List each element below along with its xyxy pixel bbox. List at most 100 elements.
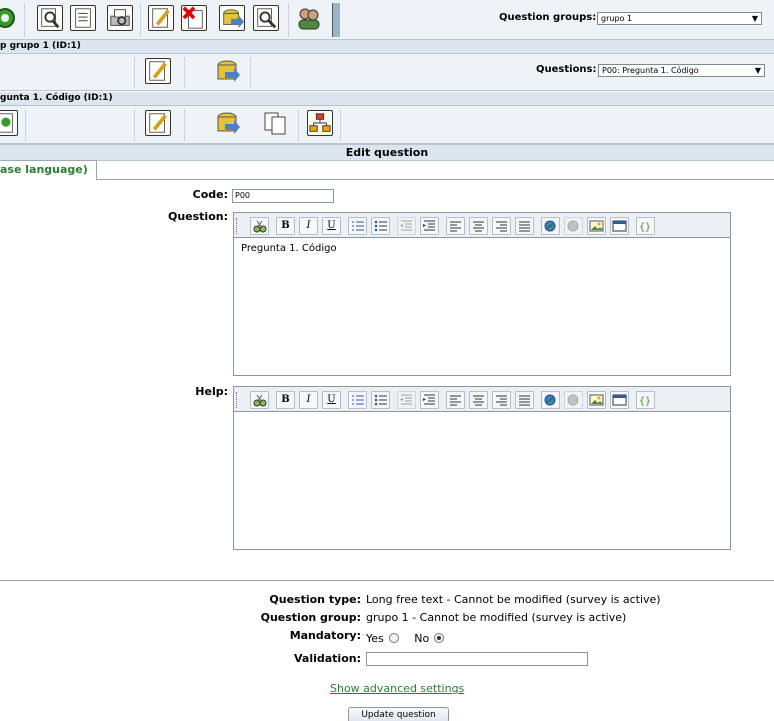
question-label: Question: [167, 210, 228, 223]
bold-button[interactable]: B [276, 217, 295, 235]
link-icon[interactable] [541, 217, 560, 235]
question-title-text: gunta 1. Código (ID:1) [0, 93, 113, 103]
question-title: gunta 1. Código (ID:1) [0, 92, 774, 106]
source-icon[interactable]: {} [636, 391, 655, 409]
mandatory-yes-radio[interactable] [388, 633, 399, 643]
dropdown-arrow-icon: ▼ [751, 14, 758, 23]
help-label: Help: [195, 385, 228, 398]
mandatory-label: Mandatory: [289, 629, 361, 642]
align-center-icon[interactable] [469, 391, 488, 409]
help-editor[interactable]: B I U {} [233, 386, 731, 550]
question-editor-toolbar: B I U {} [234, 213, 730, 238]
align-justify-icon[interactable] [515, 391, 534, 409]
align-center-icon[interactable] [469, 217, 488, 235]
question-group-value: grupo 1 - Cannot be modified (survey is … [366, 611, 627, 624]
copy-question-icon[interactable] [262, 110, 288, 136]
tab-divider [97, 179, 774, 180]
print-icon[interactable] [107, 5, 133, 31]
data-entry-icon[interactable] [70, 5, 96, 31]
align-right-icon[interactable] [492, 217, 511, 235]
italic-button[interactable]: I [299, 391, 318, 409]
edit-group-icon[interactable] [145, 58, 171, 84]
svg-text:{}: {} [639, 396, 651, 407]
tab-base-language[interactable]: ase language) [0, 160, 97, 180]
conditions-icon[interactable] [307, 110, 333, 136]
mandatory-yes-label: Yes [366, 632, 384, 645]
dropdown-arrow-icon: ▼ [754, 66, 761, 75]
help-editor-content[interactable] [234, 412, 730, 422]
group-title-text: p grupo 1 (ID:1) [0, 41, 81, 51]
question-groups-select[interactable]: grupo 1 ▼ [597, 12, 762, 25]
unordered-list-icon[interactable] [371, 391, 390, 409]
svg-text:{}: {} [639, 222, 651, 233]
align-left-icon[interactable] [446, 391, 465, 409]
cut-icon[interactable] [250, 217, 269, 235]
outdent-icon[interactable] [397, 391, 416, 409]
indent-icon[interactable] [420, 391, 439, 409]
delete-survey-icon[interactable] [181, 5, 207, 31]
export-icon[interactable] [219, 5, 245, 31]
edit-question-icon[interactable] [145, 110, 171, 136]
fullscreen-icon[interactable] [610, 391, 629, 409]
outdent-icon[interactable] [397, 217, 416, 235]
fullscreen-icon[interactable] [610, 217, 629, 235]
link-icon[interactable] [541, 391, 560, 409]
cut-icon[interactable] [250, 391, 269, 409]
validation-input[interactable] [366, 652, 588, 666]
export-question-icon[interactable] [215, 110, 241, 136]
mandatory-no-radio[interactable] [434, 633, 445, 643]
code-input[interactable]: P00 [232, 189, 334, 203]
ordered-list-icon[interactable] [348, 217, 367, 235]
survey-preview-icon[interactable] [37, 5, 63, 31]
edit-question-title: Edit question [345, 146, 429, 159]
toolbar-grip [236, 392, 239, 408]
participants-icon[interactable] [296, 5, 322, 31]
unordered-list-icon[interactable] [371, 217, 390, 235]
bold-button[interactable]: B [276, 391, 295, 409]
question-groups-selected: grupo 1 [601, 14, 633, 23]
export-group-icon[interactable] [215, 58, 241, 84]
underline-button[interactable]: U [322, 391, 341, 409]
edit-question-header: Edit question [0, 144, 774, 161]
align-right-icon[interactable] [492, 391, 511, 409]
ordered-list-icon[interactable] [348, 391, 367, 409]
image-icon[interactable] [587, 391, 606, 409]
edit-survey-icon[interactable] [148, 5, 174, 31]
align-left-icon[interactable] [446, 217, 465, 235]
underline-button[interactable]: U [322, 217, 341, 235]
unlink-icon[interactable] [564, 391, 583, 409]
mandatory-no-label: No [414, 632, 430, 645]
indent-icon[interactable] [420, 217, 439, 235]
show-advanced-settings-link[interactable]: Show advanced settings [330, 682, 464, 695]
italic-button[interactable]: I [299, 217, 318, 235]
unlink-icon[interactable] [564, 217, 583, 235]
question-type-value: Long free text - Cannot be modified (sur… [366, 593, 661, 606]
question-group-label: Question group: [260, 611, 361, 624]
validation-label: Validation: [294, 652, 361, 665]
questions-selected: P00: Pregunta 1. Código [602, 66, 699, 75]
survey-toolbar: Question groups: grupo 1 ▼ [0, 0, 774, 40]
code-value: P00 [235, 191, 251, 200]
mandatory-options: Yes No [366, 632, 445, 645]
group-title: p grupo 1 (ID:1) [0, 40, 774, 54]
gear-icon[interactable] [0, 5, 18, 31]
question-type-label: Question type: [269, 593, 361, 606]
question-groups-label: Question groups: [499, 12, 597, 23]
questions-label: Questions: [536, 64, 597, 75]
question-status-icon[interactable] [0, 110, 18, 136]
browse-responses-icon[interactable] [253, 5, 279, 31]
section-divider [0, 580, 774, 581]
source-icon[interactable]: {} [636, 217, 655, 235]
group-toolbar: Questions: P00: Pregunta 1. Código ▼ [0, 54, 774, 91]
tab-base-language-label: ase language) [0, 163, 88, 176]
questions-select[interactable]: P00: Pregunta 1. Código ▼ [598, 64, 765, 77]
help-editor-toolbar: B I U {} [234, 387, 730, 412]
question-editor-content[interactable]: Pregunta 1. Código [234, 238, 730, 259]
align-justify-icon[interactable] [515, 217, 534, 235]
question-editor[interactable]: B I U {} Pregunta 1. Código [233, 212, 731, 376]
update-question-button[interactable]: Update question [348, 707, 449, 721]
question-toolbar [0, 106, 774, 144]
toolbar-grip [236, 218, 239, 234]
image-icon[interactable] [587, 217, 606, 235]
code-label: Code: [192, 188, 228, 201]
